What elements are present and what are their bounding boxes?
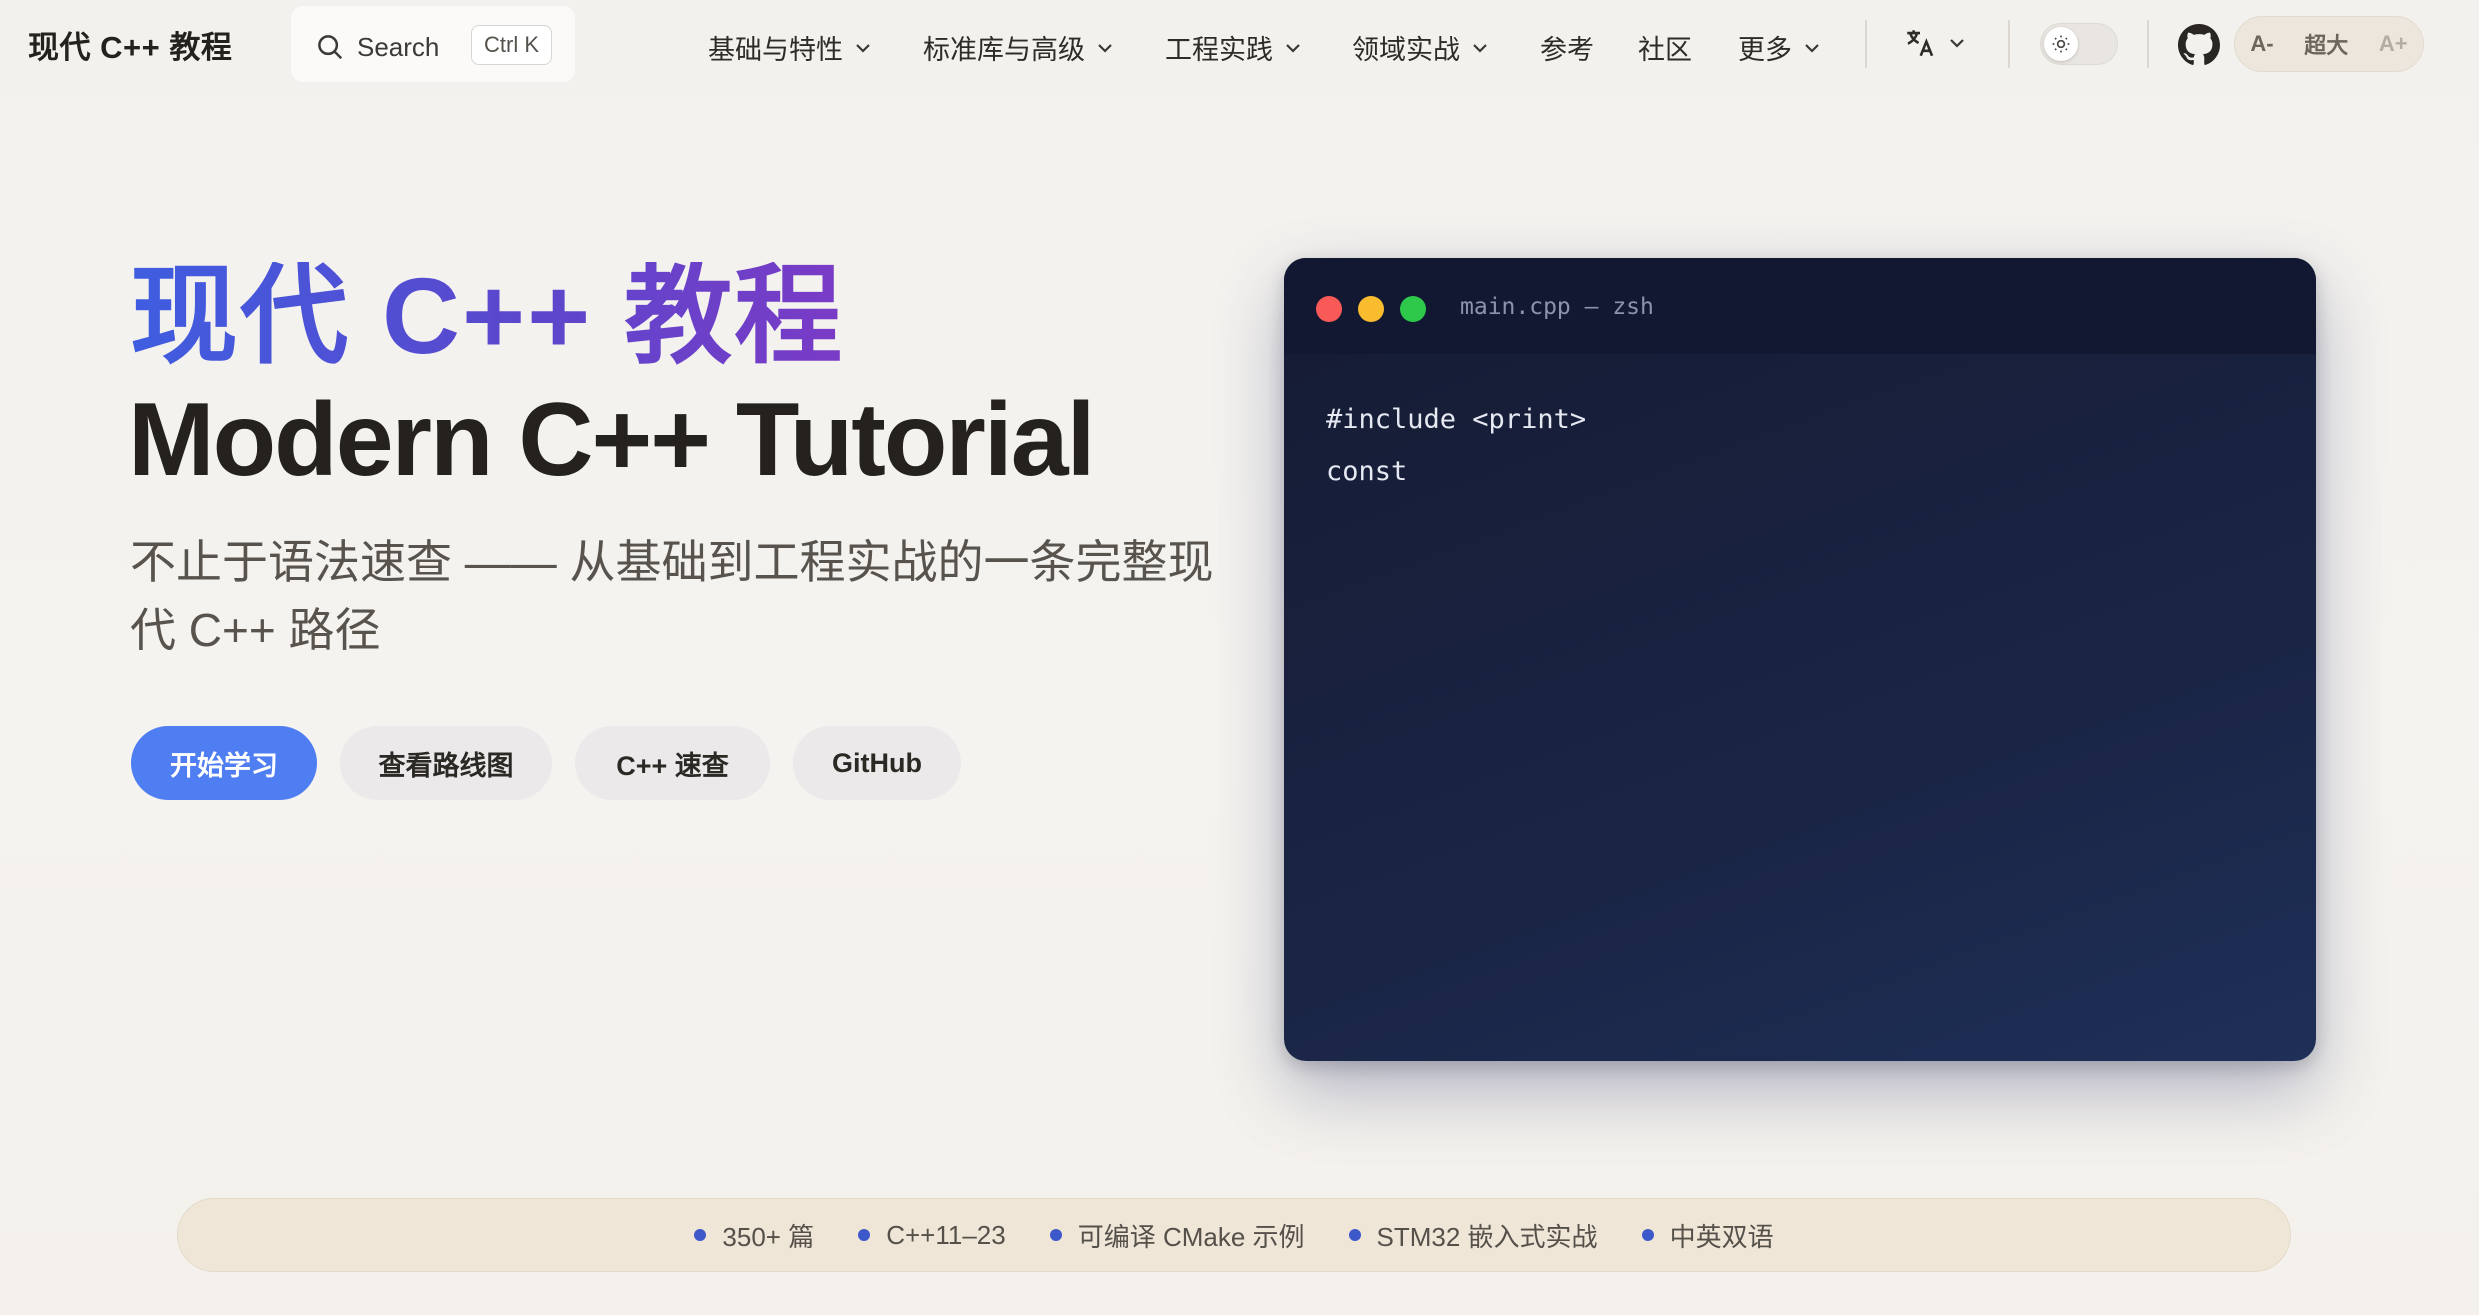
- bullet-dot: [1348, 1229, 1361, 1241]
- font-size-control: A- 超大 A+: [2234, 16, 2424, 72]
- stat-item: C++11–23: [858, 1220, 1006, 1251]
- theme-toggle[interactable]: [2040, 23, 2118, 65]
- roadmap-button[interactable]: 查看路线图: [340, 726, 552, 800]
- nav-menu-reference[interactable]: 参考: [1540, 28, 1594, 67]
- nav-menu-more[interactable]: 更多: [1738, 28, 1822, 67]
- translate-icon: [1907, 30, 1934, 57]
- chevron-down-icon: [1805, 43, 1819, 53]
- stat-label: STM32 嵌入式实战: [1376, 1221, 1598, 1252]
- nav-menu-community[interactable]: 社区: [1638, 28, 1692, 67]
- font-increase-button[interactable]: A+: [2379, 31, 2408, 57]
- stat-item: 350+ 篇: [694, 1217, 814, 1254]
- stat-label: 350+ 篇: [722, 1221, 815, 1252]
- search-button[interactable]: Search Ctrl K: [291, 6, 575, 82]
- toggle-knob: [2044, 27, 2078, 61]
- nav-menu-label: 社区: [1638, 35, 1692, 65]
- stat-item: 中英双语: [1641, 1217, 1774, 1254]
- nav-menu-basics[interactable]: 基础与特性: [708, 28, 873, 67]
- nav-menu-engineering[interactable]: 工程实践: [1165, 28, 1303, 67]
- stat-item: 可编译 CMake 示例: [1049, 1217, 1305, 1254]
- top-nav: 现代 C++ 教程 Search Ctrl K 基础与特性 标准库与高级 工程实…: [0, 0, 2479, 90]
- hero-title-en: Modern C++ Tutorial: [128, 382, 1095, 498]
- nav-divider: [2147, 20, 2149, 68]
- nav-menu-label: 领域实战: [1352, 35, 1460, 65]
- language-switcher[interactable]: [1903, 26, 1967, 60]
- search-label: Search: [357, 32, 440, 62]
- code-window: main.cpp — zsh #include <print> const: [1284, 258, 2316, 1061]
- chevron-down-icon: [1473, 43, 1487, 53]
- nav-divider: [1865, 20, 1867, 68]
- bullet-dot: [1641, 1229, 1654, 1241]
- search-icon: [318, 35, 343, 60]
- github-icon[interactable]: [2178, 24, 2220, 66]
- nav-menu-label: 标准库与高级: [923, 35, 1085, 65]
- code-window-titlebar: main.cpp — zsh: [1284, 258, 2316, 354]
- nav-menu-label: 更多: [1738, 35, 1792, 65]
- code-line: const: [1326, 456, 1408, 487]
- sun-icon: [2052, 35, 2070, 53]
- nav-menu-label: 基础与特性: [708, 35, 843, 65]
- font-decrease-button[interactable]: A-: [2250, 31, 2273, 57]
- start-learning-button[interactable]: 开始学习: [131, 726, 317, 800]
- stat-label: 中英双语: [1669, 1221, 1774, 1252]
- cheatsheet-button[interactable]: C++ 速查: [575, 726, 770, 800]
- github-button[interactable]: GitHub: [793, 726, 961, 800]
- font-size-value: 超大: [2304, 33, 2349, 58]
- stat-label: C++11–23: [886, 1219, 1006, 1250]
- chevron-down-icon: [1950, 39, 1964, 48]
- nav-menu-stdlib[interactable]: 标准库与高级: [923, 28, 1115, 67]
- hero-title-cn: 现代 C++ 教程: [130, 255, 845, 376]
- site-brand[interactable]: 现代 C++ 教程: [28, 22, 232, 67]
- nav-menu-domains[interactable]: 领域实战: [1352, 28, 1490, 67]
- bullet-dot: [858, 1229, 871, 1241]
- bullet-dot: [1049, 1229, 1062, 1241]
- chevron-down-icon: [856, 43, 870, 53]
- nav-menu-label: 参考: [1540, 35, 1594, 65]
- search-shortcut: Ctrl K: [471, 25, 552, 65]
- feature-stats-bar: 350+ 篇 C++11–23 可编译 CMake 示例 STM32 嵌入式实战…: [177, 1198, 2291, 1272]
- stat-label: 可编译 CMake 示例: [1077, 1221, 1305, 1252]
- window-maximize-dot: [1400, 296, 1426, 322]
- nav-divider: [2008, 20, 2010, 68]
- code-line: #include <print>: [1326, 404, 1587, 435]
- code-window-title: main.cpp — zsh: [1460, 294, 1654, 320]
- chevron-down-icon: [1098, 43, 1112, 53]
- hero-subtitle: 不止于语法速查 —— 从基础到工程实战的一条完整现代 C++ 路径: [130, 536, 1214, 656]
- chevron-down-icon: [1286, 43, 1300, 53]
- window-minimize-dot: [1358, 296, 1384, 322]
- nav-menu-label: 工程实践: [1165, 35, 1273, 65]
- bullet-dot: [694, 1229, 707, 1241]
- stat-item: STM32 嵌入式实战: [1348, 1217, 1598, 1254]
- window-close-dot: [1316, 296, 1342, 322]
